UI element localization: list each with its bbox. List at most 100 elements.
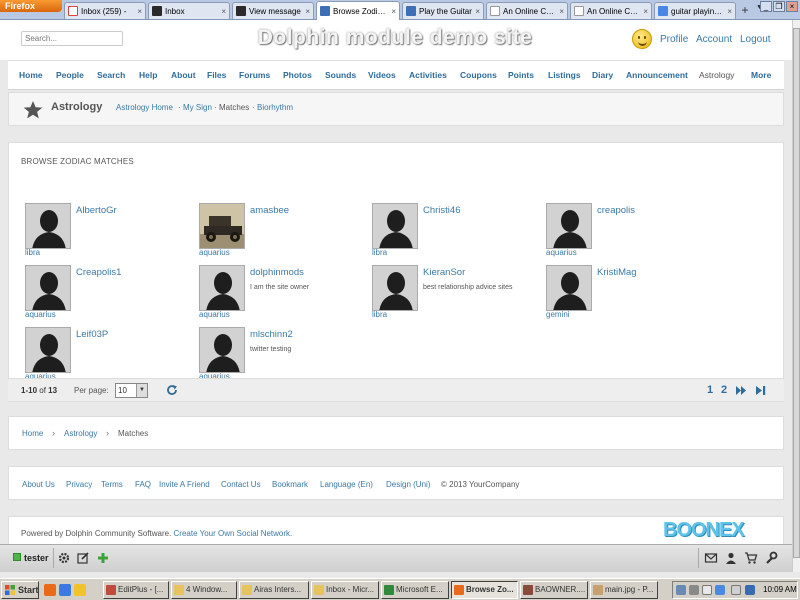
close-icon[interactable]: × [137, 7, 142, 16]
footer-faq-link[interactable]: FAQ [135, 480, 151, 489]
close-icon[interactable]: × [559, 7, 564, 16]
add-icon[interactable] [96, 551, 110, 565]
member-name-link[interactable]: mlschinn2 [250, 329, 293, 340]
footer-language-link[interactable]: Language (En) [320, 480, 373, 489]
nav-item-announcement[interactable]: Announcement [626, 70, 688, 80]
close-icon[interactable]: × [727, 7, 732, 16]
member-sign-link[interactable]: libra [372, 310, 387, 319]
member-avatar[interactable] [25, 327, 71, 373]
member-name-link[interactable]: KristiMag [597, 267, 637, 278]
toolbar-username[interactable]: tester [24, 553, 49, 563]
member-avatar[interactable] [546, 203, 592, 249]
member-sign-link[interactable]: libra [372, 248, 387, 257]
browser-tab[interactable]: Inbox × [148, 2, 230, 19]
member-sign-link[interactable]: aquarius [25, 310, 56, 319]
scroll-thumb[interactable] [793, 28, 800, 558]
close-icon[interactable]: × [305, 7, 310, 16]
browser-tab[interactable]: An Online Co... × [570, 2, 652, 19]
browser-tab[interactable]: An Online Co... × [486, 2, 568, 19]
nav-item-files[interactable]: Files [207, 70, 226, 80]
page-link-1[interactable]: 1 [707, 384, 713, 396]
footer-invite-link[interactable]: Invite A Friend [159, 480, 210, 489]
tray-icon[interactable] [689, 585, 699, 595]
browser-tab[interactable]: guitar playing ... × [654, 2, 736, 19]
minimize-icon[interactable]: _ [760, 1, 772, 12]
member-sign-link[interactable]: gemini [546, 310, 570, 319]
nav-item-help[interactable]: Help [139, 70, 157, 80]
nav-item-about[interactable]: About [171, 70, 196, 80]
close-icon[interactable]: × [475, 7, 480, 16]
nav-item-diary[interactable]: Diary [592, 70, 613, 80]
footer-terms-link[interactable]: Terms [101, 480, 123, 489]
member-avatar[interactable] [25, 265, 71, 311]
edit-icon[interactable] [76, 551, 90, 565]
taskbar-button[interactable]: EditPlus - [... [103, 581, 169, 599]
logout-link[interactable]: Logout [740, 34, 771, 45]
volume-icon[interactable] [731, 585, 741, 595]
footer-about-link[interactable]: About Us [22, 480, 55, 489]
page-link-2[interactable]: 2 [721, 384, 727, 396]
taskbar-button[interactable]: Airas Inters... [239, 581, 309, 599]
nav-item-home[interactable]: Home [19, 70, 43, 80]
nav-item-photos[interactable]: Photos [283, 70, 312, 80]
nav-item-coupons[interactable]: Coupons [460, 70, 497, 80]
member-sign-link[interactable]: aquarius [199, 248, 230, 257]
outlook-quicklaunch-icon[interactable] [74, 584, 86, 596]
profile-link[interactable]: Profile [660, 34, 688, 45]
breadcrumb-astrology[interactable]: Astrology [64, 429, 97, 438]
member-name-link[interactable]: dolphinmods [250, 267, 304, 278]
member-avatar[interactable] [199, 327, 245, 373]
tray-icon[interactable] [715, 585, 725, 595]
network-icon[interactable] [745, 585, 755, 595]
start-button[interactable]: Start [1, 581, 39, 599]
browser-tab[interactable]: Play the Guitar × [402, 2, 484, 19]
browser-tab[interactable]: View message × [232, 2, 314, 19]
member-avatar[interactable] [199, 203, 245, 249]
taskbar-button[interactable]: Microsoft E... [381, 581, 449, 599]
window-close-icon[interactable]: × [786, 1, 798, 12]
taskbar-button[interactable]: 4 Window... [171, 581, 237, 599]
user-icon[interactable] [724, 551, 738, 565]
cart-icon[interactable] [744, 551, 758, 565]
taskbar-button[interactable]: main.jpg - P... [590, 581, 658, 599]
member-sign-link[interactable]: aquarius [546, 248, 577, 257]
ie-quicklaunch-icon[interactable] [59, 584, 71, 596]
member-name-link[interactable]: KieranSor [423, 267, 465, 278]
account-link[interactable]: Account [696, 34, 732, 45]
last-page-icon[interactable] [755, 385, 767, 396]
browser-tab-active[interactable]: Browse Zodiac... × [316, 1, 400, 20]
firefox-quicklaunch-icon[interactable] [44, 584, 56, 596]
taskbar-button[interactable]: Inbox - Micr... [311, 581, 379, 599]
page-scrollbar[interactable] [792, 20, 800, 572]
nav-item-sounds[interactable]: Sounds [325, 70, 356, 80]
member-avatar[interactable] [25, 203, 71, 249]
wrench-icon[interactable] [764, 551, 778, 565]
member-name-link[interactable]: creapolis [597, 205, 635, 216]
footer-privacy-link[interactable]: Privacy [66, 480, 92, 489]
member-name-link[interactable]: amasbee [250, 205, 289, 216]
nav-item-activities[interactable]: Activities [409, 70, 447, 80]
footer-bookmark-link[interactable]: Bookmark [272, 480, 308, 489]
member-name-link[interactable]: Leif03P [76, 329, 108, 340]
footer-design-link[interactable]: Design (Uni) [386, 480, 430, 489]
member-avatar[interactable] [199, 265, 245, 311]
member-name-link[interactable]: Christi46 [423, 205, 461, 216]
nav-item-search[interactable]: Search [97, 70, 125, 80]
search-input[interactable] [21, 31, 123, 46]
close-icon[interactable]: × [643, 7, 648, 16]
mail-icon[interactable] [704, 551, 718, 565]
member-avatar[interactable] [372, 203, 418, 249]
nav-item-points[interactable]: Points [508, 70, 534, 80]
nav-item-videos[interactable]: Videos [368, 70, 396, 80]
nav-item-astrology[interactable]: Astrology [699, 70, 734, 80]
taskbar-button[interactable]: BAOWNER.... [520, 581, 588, 599]
per-page-select[interactable]: 10 ▼ [115, 383, 148, 398]
firefox-menu-button[interactable]: Firefox [0, 0, 62, 12]
user-avatar-icon[interactable] [632, 29, 652, 49]
close-icon[interactable]: × [391, 7, 396, 16]
new-tab-button[interactable]: + [737, 3, 753, 18]
biorhythm-link[interactable]: Biorhythm [257, 103, 293, 112]
help-icon[interactable] [702, 585, 712, 595]
nav-item-more[interactable]: More [751, 70, 771, 80]
nav-item-listings[interactable]: Listings [548, 70, 581, 80]
